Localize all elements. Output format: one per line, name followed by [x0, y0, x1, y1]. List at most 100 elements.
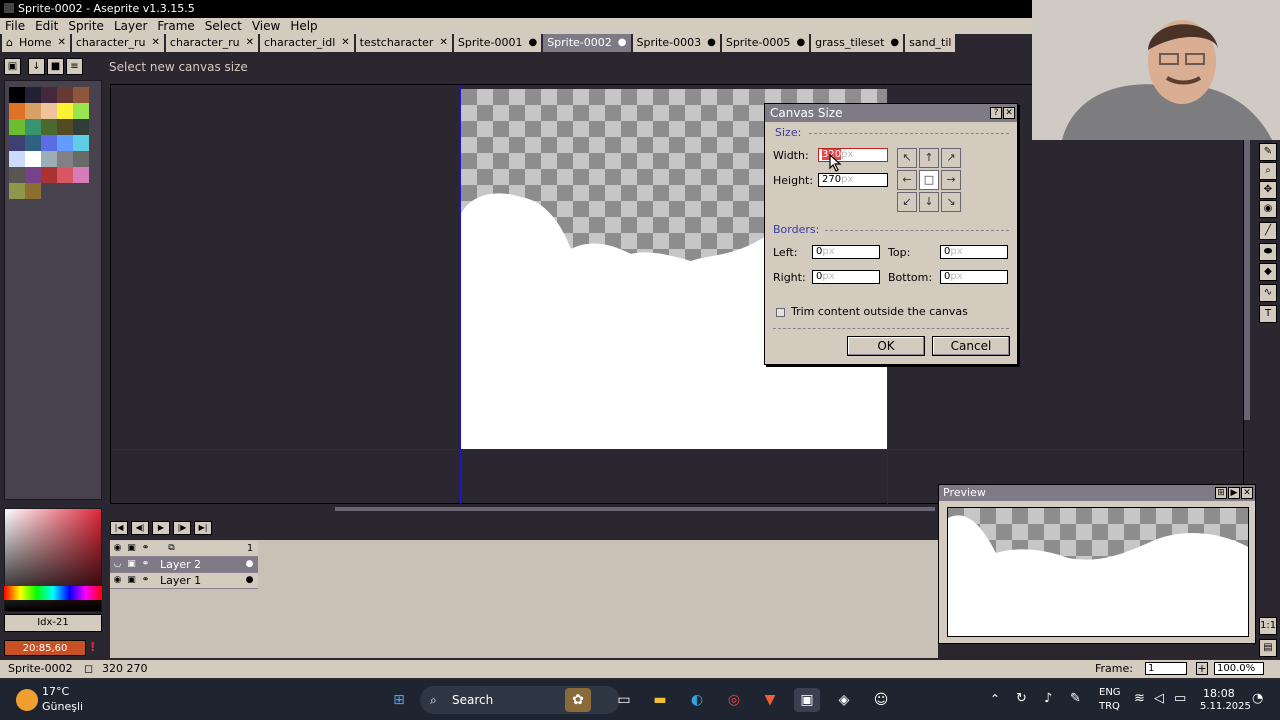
- palette-swatch[interactable]: [25, 183, 41, 199]
- palette-swatch[interactable]: [57, 135, 73, 151]
- frame-input[interactable]: 1: [1145, 662, 1187, 675]
- lock-icon[interactable]: ▣: [4, 58, 21, 75]
- palette-swatch[interactable]: [73, 103, 89, 119]
- tab-modified-icon[interactable]: ●: [707, 34, 716, 52]
- tab-testcharacter[interactable]: testcharacter ✕: [355, 34, 452, 52]
- tab-character-idl[interactable]: character_idl ✕: [259, 34, 354, 52]
- anchor-bottom-left-icon[interactable]: ↙: [897, 192, 917, 212]
- lock-icon[interactable]: ▣: [126, 543, 137, 554]
- palette-swatch[interactable]: [9, 135, 25, 151]
- close-icon[interactable]: ✕: [1241, 487, 1253, 499]
- vertical-scroll-thumb[interactable]: [1244, 140, 1250, 420]
- line-icon[interactable]: ╱: [1259, 222, 1277, 240]
- palette-swatch[interactable]: [73, 87, 89, 103]
- palette-swatch[interactable]: [9, 151, 25, 167]
- edge-icon[interactable]: ◐: [684, 688, 710, 712]
- palette-swatch[interactable]: [73, 167, 89, 183]
- tab-close-icon[interactable]: ✕: [439, 34, 447, 52]
- palette-swatch[interactable]: [41, 135, 57, 151]
- palette-swatch[interactable]: [57, 167, 73, 183]
- anchor-bottom-icon[interactable]: ↓: [919, 192, 939, 212]
- blur-icon[interactable]: ∿: [1259, 284, 1277, 302]
- microphone-icon[interactable]: ♪: [1044, 691, 1052, 706]
- ellipse-icon[interactable]: ⬬: [1259, 243, 1277, 261]
- pen-icon[interactable]: ✎: [1070, 691, 1081, 706]
- palette-swatch[interactable]: [57, 87, 73, 103]
- palette-swatch[interactable]: [57, 151, 73, 167]
- anchor-bottom-right-icon[interactable]: ↘: [941, 192, 961, 212]
- discord-icon[interactable]: ☺: [868, 688, 894, 712]
- tab-close-icon[interactable]: ✕: [57, 34, 65, 52]
- palette-swatch[interactable]: [41, 119, 57, 135]
- anchor-right-icon[interactable]: →: [941, 170, 961, 190]
- tab-close-icon[interactable]: ✕: [246, 34, 254, 52]
- chrome-icon[interactable]: ◎: [721, 688, 747, 712]
- download-icon[interactable]: ↓: [28, 58, 45, 75]
- layer-row[interactable]: ◉ ▣ ⚭ Layer 1 ●: [110, 573, 258, 589]
- palette-swatch[interactable]: [25, 167, 41, 183]
- layer-options-icon[interactable]: ⧉: [166, 543, 177, 554]
- eye-icon[interactable]: ◉: [112, 575, 123, 586]
- palette-swatch[interactable]: [73, 135, 89, 151]
- widget-icon[interactable]: ✿: [565, 688, 591, 712]
- link-icon[interactable]: ⚭: [140, 575, 151, 586]
- menu-sprite[interactable]: Sprite: [63, 18, 109, 34]
- palette-swatch[interactable]: [73, 119, 89, 135]
- tab-sprite-0001[interactable]: Sprite-0001 ●: [453, 34, 542, 52]
- zoom-field[interactable]: 100.0%: [1214, 662, 1264, 675]
- task-view-icon[interactable]: ▭: [611, 688, 637, 712]
- next-frame-icon[interactable]: |▶: [173, 521, 191, 535]
- palette-swatch[interactable]: [41, 167, 57, 183]
- move-icon[interactable]: ✥: [1259, 181, 1277, 199]
- palette-swatch[interactable]: [25, 151, 41, 167]
- notification-icon[interactable]: ◔: [1252, 691, 1263, 706]
- palette-swatch[interactable]: [41, 151, 57, 167]
- palette-swatch[interactable]: [57, 103, 73, 119]
- top-field[interactable]: 0px: [940, 245, 1008, 259]
- menu-edit[interactable]: Edit: [30, 18, 63, 34]
- anchor-center-icon[interactable]: □: [919, 170, 939, 190]
- wifi-icon[interactable]: ≋: [1134, 691, 1145, 706]
- frame-number[interactable]: 1: [243, 541, 257, 556]
- layers-panel-icon[interactable]: ▤: [1259, 639, 1277, 657]
- palette-swatch[interactable]: [9, 183, 25, 199]
- palette-swatch[interactable]: [9, 167, 25, 183]
- lock-icon[interactable]: ▣: [126, 575, 137, 586]
- palette-swatch[interactable]: [73, 151, 89, 167]
- menu-frame[interactable]: Frame: [152, 18, 199, 34]
- eye-icon[interactable]: ◉: [112, 543, 123, 554]
- preview-options-icon[interactable]: ⊞: [1215, 487, 1227, 499]
- tab-sprite-0002[interactable]: Sprite-0002 ●: [543, 34, 631, 52]
- link-icon[interactable]: ⚭: [140, 543, 151, 554]
- palette-swatch[interactable]: [25, 135, 41, 151]
- prev-frame-icon[interactable]: ◀|: [131, 521, 149, 535]
- cel-icon[interactable]: ●: [244, 575, 255, 586]
- eye-icon[interactable]: ◡: [112, 559, 123, 570]
- anchor-top-icon[interactable]: ↑: [919, 148, 939, 168]
- menu-icon[interactable]: ≡: [66, 58, 83, 75]
- brave-icon[interactable]: ▼: [757, 688, 783, 712]
- weather-icon[interactable]: [16, 689, 38, 711]
- last-frame-icon[interactable]: ▶|: [194, 521, 212, 535]
- tab-modified-icon[interactable]: ●: [796, 34, 805, 52]
- anchor-left-icon[interactable]: ←: [897, 170, 917, 190]
- language-primary[interactable]: ENG: [1099, 687, 1121, 698]
- palette-swatch[interactable]: [25, 119, 41, 135]
- horizontal-scroll-thumb[interactable]: [335, 507, 935, 511]
- add-frame-icon[interactable]: +: [1196, 662, 1208, 675]
- palette-swatch[interactable]: [9, 87, 25, 103]
- app-icon[interactable]: ◈: [831, 688, 857, 712]
- palette-swatch[interactable]: [25, 87, 41, 103]
- menu-file[interactable]: File: [0, 18, 30, 34]
- tab-sand-tileset[interactable]: sand_til: [905, 34, 956, 52]
- link-icon[interactable]: ⚭: [140, 559, 151, 570]
- lasso-icon[interactable]: ◆: [1259, 263, 1277, 281]
- chevron-up-icon[interactable]: ⌃: [990, 692, 1000, 706]
- battery-icon[interactable]: ▭: [1174, 691, 1186, 706]
- right-field[interactable]: 0px: [812, 270, 880, 284]
- anchor-top-left-icon[interactable]: ↖: [897, 148, 917, 168]
- lock-icon[interactable]: ▣: [126, 559, 137, 570]
- fill-icon[interactable]: ◉: [1259, 200, 1277, 218]
- zoom-icon[interactable]: ⌕: [1259, 162, 1277, 180]
- menu-layer[interactable]: Layer: [109, 18, 152, 34]
